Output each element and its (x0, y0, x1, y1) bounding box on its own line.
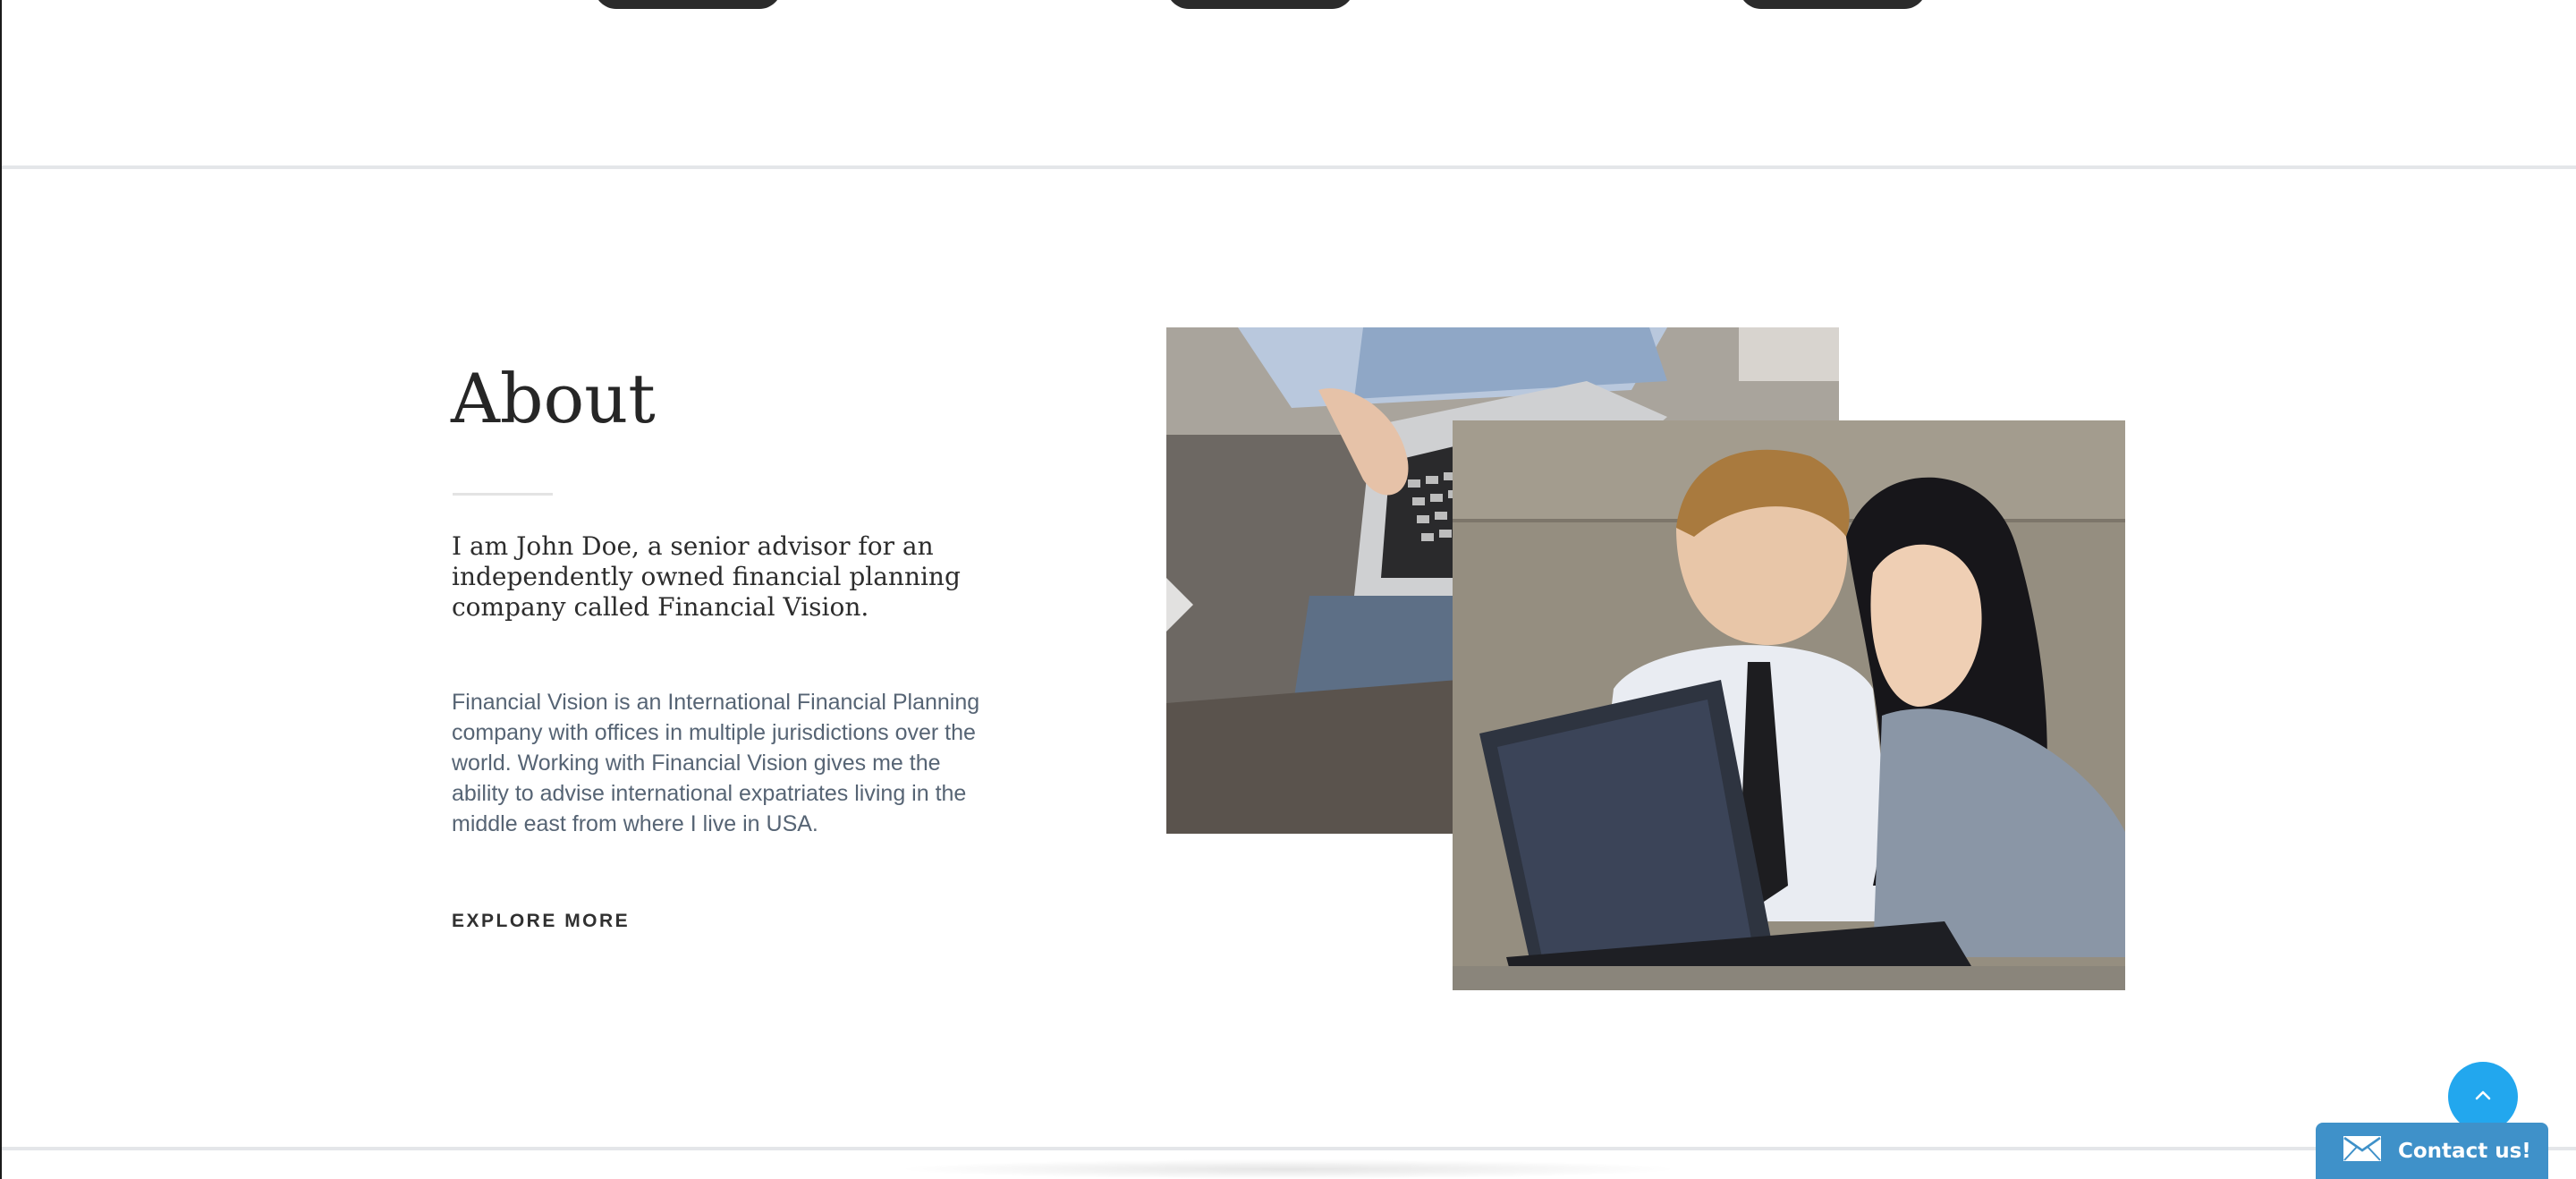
chevron-up-icon (2471, 1083, 2495, 1111)
section-divider-bottom (2, 1147, 2576, 1150)
explore-more-link[interactable]: EXPLORE MORE (452, 911, 630, 932)
section-divider-top (2, 165, 2576, 169)
contact-us-label: Contact us! (2398, 1139, 2531, 1163)
envelope-icon (2343, 1135, 2382, 1166)
scroll-to-top-button[interactable] (2448, 1062, 2518, 1132)
top-button-3[interactable] (1739, 0, 1927, 9)
bottom-shadow (894, 1159, 1682, 1179)
page-left-border (0, 0, 2, 1179)
title-underline (453, 493, 553, 496)
top-button-2[interactable] (1166, 0, 1354, 9)
top-button-1[interactable] (594, 0, 782, 9)
about-title: About (451, 359, 656, 438)
business-people-laptop-photo (1453, 420, 2125, 990)
about-lead: I am John Doe, a senior advisor for an i… (452, 531, 961, 622)
about-body: Financial Vision is an International Fin… (452, 690, 980, 836)
contact-us-button[interactable]: Contact us! (2316, 1123, 2548, 1179)
